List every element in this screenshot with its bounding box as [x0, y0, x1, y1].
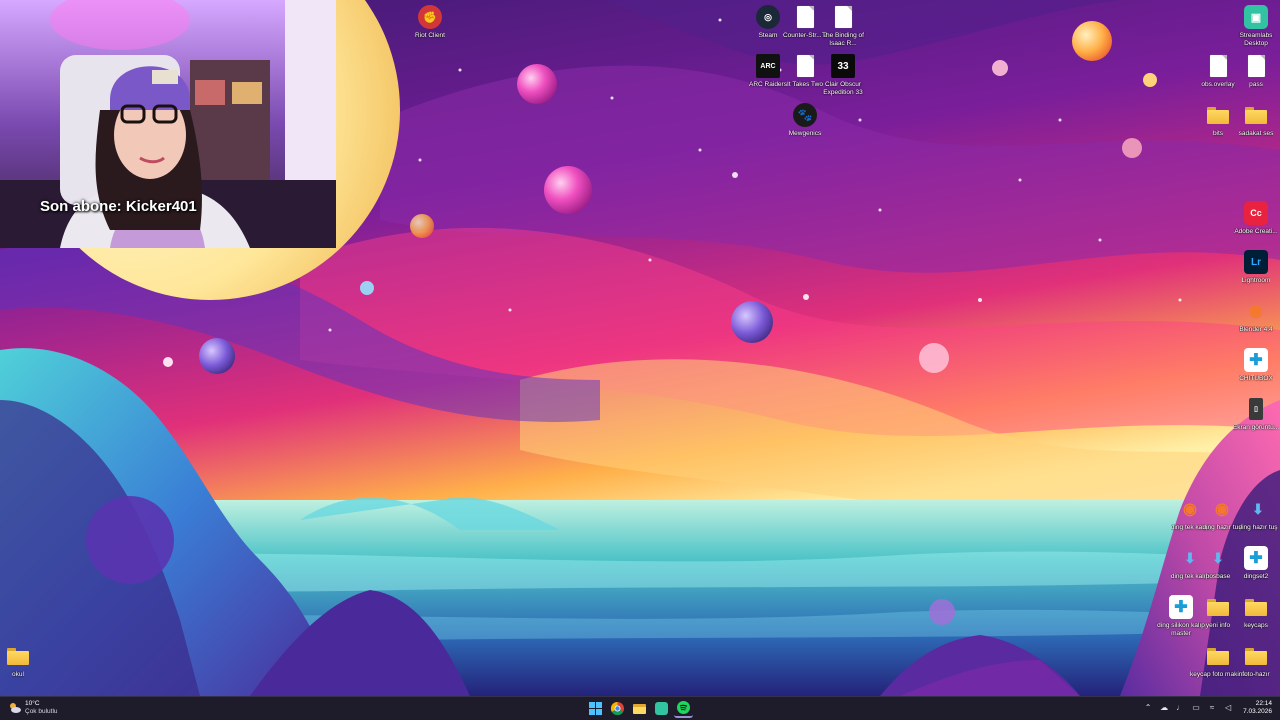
desktop-icon-label: Lightroom [1241, 277, 1271, 284]
desktop-icon-label: Ekran görüntü... [1232, 424, 1280, 431]
taskbar-apps [586, 699, 693, 718]
desktop-icon-label: Mewgenics [788, 130, 822, 137]
desktop-icon-ding-hazir-tus-2[interactable]: ⬇ ding hazır tuş [1229, 496, 1280, 532]
desktop-icon-adobe-creative[interactable]: Cc Adobe Creati... [1227, 200, 1280, 236]
lightroom-icon: Lr [1243, 249, 1269, 275]
desktop-icon-label: Steam [758, 32, 778, 39]
taskbar-chrome-button[interactable] [608, 699, 627, 718]
desktop-icon-chitubox[interactable]: ✚ CHITUBOX [1227, 347, 1280, 383]
desktop-icon-lightroom[interactable]: Lr Lightroom [1227, 249, 1280, 285]
desktop-icon-label: dingset2 [1243, 573, 1269, 580]
desktop-icon-clair-obscur[interactable]: 33 Clair Obscur Expedition 33 [814, 53, 872, 96]
desktop-icon-label: bits [1212, 130, 1224, 137]
onedrive-cloud-icon[interactable]: ☁ [1159, 703, 1169, 713]
desktop-icon-riot-client[interactable]: ✊ Riot Client [401, 4, 459, 40]
desktop-icon-label: The Binding of Isaac R... [822, 32, 864, 47]
folder-icon [1243, 643, 1269, 669]
cloudy-weather-icon [8, 701, 22, 715]
desktop-icon-label: CHITUBOX [1239, 375, 1273, 382]
desktop-icon-streamlabs[interactable]: ▣ Streamlabs Desktop [1227, 4, 1280, 47]
desktop-icon-sadakat-ses[interactable]: sadakat ses [1227, 102, 1280, 138]
show-hidden-icons-chevron-icon[interactable]: ⌃ [1143, 703, 1153, 713]
desktop-icon-label: Streamlabs Desktop [1239, 32, 1273, 47]
folder-icon [5, 643, 31, 669]
desktop-icon-label: ding hazır tuş [1238, 524, 1278, 531]
wifi-icon[interactable]: ≈ [1207, 703, 1217, 713]
desktop-icon-label: Adobe Creati... [1234, 228, 1278, 235]
windows-logo-icon [589, 702, 602, 715]
spotify-icon [677, 701, 690, 714]
webcam-overlay: Son abone: Kicker401 [0, 0, 336, 248]
clair-obscur-icon: 33 [830, 53, 856, 79]
screenshot-file-icon: ▯ [1243, 396, 1269, 422]
weather-widget[interactable]: 10°C Çok bulutlu [8, 700, 58, 716]
system-tray: ⌃ ☁ ♩ ▭ ≈ ◁ 22:14 7.03.2026 [1143, 700, 1272, 716]
desktop-icon-label: foto-hazır [1242, 671, 1270, 678]
desktop-icon-binding-of-isaac[interactable]: The Binding of Isaac R... [814, 4, 872, 47]
taskbar-clock[interactable]: 22:14 7.03.2026 [1243, 700, 1272, 716]
clock-time: 22:14 [1255, 700, 1272, 707]
taskbar-spotify-button[interactable] [674, 699, 693, 718]
blender-file-icon: ⬇ [1252, 500, 1264, 517]
desktop-icon-label: pass [1249, 81, 1263, 88]
riot-client-icon: ✊ [417, 4, 443, 30]
desktop-icon-blender[interactable]: ◉ Blender 4.4 [1227, 298, 1280, 334]
microphone-icon[interactable]: ♩ [1175, 703, 1185, 713]
chitubox-icon: ✚ [1243, 545, 1269, 571]
document-icon [830, 4, 856, 30]
weather-temperature: 10°C [25, 700, 40, 707]
streamlabs-icon: ▣ [1243, 4, 1269, 30]
blender-icon: ◉ [1249, 303, 1263, 320]
file-explorer-icon [633, 703, 646, 714]
taskbar-file-explorer-button[interactable] [630, 699, 649, 718]
streamlabs-icon [655, 702, 668, 715]
weather-condition: Çok bulutlu [25, 708, 58, 715]
volume-icon[interactable]: ◁ [1223, 703, 1233, 713]
chrome-icon [611, 702, 624, 715]
document-icon [1243, 53, 1269, 79]
desktop-icon-okul[interactable]: okul [0, 643, 47, 679]
desktop-icon-label: okul [12, 671, 24, 678]
taskbar-streamlabs-button[interactable] [652, 699, 671, 718]
start-button[interactable] [586, 699, 605, 718]
desktop-icon-mewgenics[interactable]: 🐾 Mewgenics [776, 102, 834, 138]
desktop-icon-label: sadakat ses [1238, 130, 1274, 137]
desktop-icon-label: keycaps [1244, 622, 1268, 629]
adobe-creative-cloud-icon: Cc [1243, 200, 1269, 226]
latest-subscriber-caption: Son abone: Kicker401 [40, 198, 197, 215]
desktop-icon-ekran-goruntu[interactable]: ▯ Ekran görüntü... [1227, 396, 1280, 432]
desktop-icon-foto-hazir[interactable]: foto-hazır [1227, 643, 1280, 679]
desktop-icon-label: Riot Client [415, 32, 445, 39]
chitubox-icon: ✚ [1243, 347, 1269, 373]
folder-icon [1243, 102, 1269, 128]
desktop-icon-keycaps[interactable]: keycaps [1227, 594, 1280, 630]
taskbar: 10°C Çok bulutlu ⌃ ☁ ♩ ▭ ≈ ◁ 22:14 7.03.… [0, 696, 1280, 720]
folder-icon [1243, 594, 1269, 620]
desktop-icon-label: Blender 4.4 [1239, 326, 1273, 333]
network-icon[interactable]: ▭ [1191, 703, 1201, 713]
desktop-icon-dingset2[interactable]: ✚ dingset2 [1227, 545, 1280, 581]
clock-date: 7.03.2026 [1243, 708, 1272, 715]
desktop-icon-label: Clair Obscur Expedition 33 [823, 81, 863, 96]
desktop-icon-pass[interactable]: pass [1227, 53, 1280, 89]
mewgenics-icon: 🐾 [792, 102, 818, 128]
